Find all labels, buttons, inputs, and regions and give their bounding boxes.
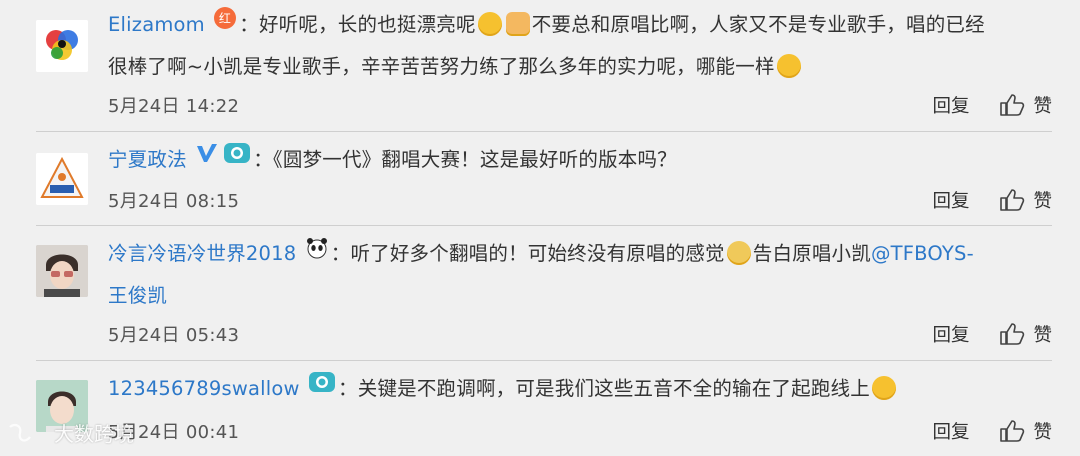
like-thumb-icon[interactable]: [999, 93, 1025, 117]
username[interactable]: 123456789swallow: [108, 377, 300, 400]
comment-text: 好听呢，长的也挺漂亮呢: [258, 13, 476, 36]
timestamp: 5月24日 08:15: [108, 191, 240, 212]
member-badge-icon[interactable]: 红: [213, 3, 237, 44]
separator: ：: [330, 242, 351, 265]
username[interactable]: 冷言冷语冷世界2018: [108, 242, 296, 265]
like-button[interactable]: 赞: [1033, 187, 1052, 213]
like-button[interactable]: 赞: [1033, 92, 1052, 118]
verified-v-icon[interactable]: [195, 138, 219, 179]
comment-text: 《圆梦一代》翻唱大赛！这是最好听的版本吗？: [272, 148, 677, 171]
comment-text: 告白原唱小凯: [752, 242, 871, 265]
reply-button[interactable]: 回复: [932, 418, 969, 444]
badge-text: 红: [219, 11, 231, 26]
reply-button[interactable]: 回复: [932, 92, 969, 118]
laugh-cry-emoji-icon: [871, 375, 896, 400]
like-thumb-icon[interactable]: [999, 322, 1025, 346]
mention-link[interactable]: 王俊凯: [108, 284, 167, 307]
comment-text: 关键是不跑调啊，可是我们这些五音不全的输在了起跑线上: [357, 377, 870, 400]
separator: ：: [253, 148, 273, 171]
avatar[interactable]: [36, 153, 88, 205]
shy-emoji-icon: [776, 53, 801, 78]
watermark-logo-icon: [9, 423, 31, 442]
reply-button[interactable]: 回复: [932, 321, 969, 347]
avatar[interactable]: [36, 245, 88, 297]
divider: [36, 225, 1052, 226]
timestamp: 5月24日 14:22: [108, 96, 240, 117]
camera-icon[interactable]: [308, 367, 336, 408]
grin-emoji-icon: [477, 11, 502, 36]
username[interactable]: 宁夏政法: [108, 148, 187, 171]
doge-emoji-icon: [726, 240, 751, 265]
like-thumb-icon[interactable]: [999, 419, 1025, 443]
divider: [36, 131, 1052, 132]
like-button[interactable]: 赞: [1033, 321, 1052, 347]
comment-text: 不要总和原唱比啊，人家又不是专业歌手，唱的已经: [531, 13, 985, 36]
timestamp: 5月24日 05:43: [108, 325, 240, 346]
separator: ：: [338, 377, 358, 400]
reply-button[interactable]: 回复: [932, 187, 969, 213]
watermark-text: 大数跨境: [54, 422, 134, 446]
mention-link[interactable]: @TFBOYS-: [871, 242, 974, 265]
comment-text: 听了好多个翻唱的！可始终没有原唱的感觉: [350, 242, 725, 265]
comment-text: 很棒了啊~小凯是专业歌手，辛辛苦苦努力练了那么多年的实力呢，哪能一样: [108, 55, 775, 78]
camera-icon[interactable]: [223, 138, 251, 179]
watermark: 大数跨境: [6, 418, 134, 447]
like-button[interactable]: 赞: [1033, 418, 1052, 444]
thumbs-up-emoji-icon: [505, 11, 530, 36]
avatar[interactable]: [36, 20, 88, 72]
separator: ：: [239, 13, 259, 36]
divider: [36, 360, 1052, 361]
panda-icon[interactable]: [305, 232, 329, 273]
like-thumb-icon[interactable]: [999, 188, 1025, 212]
username[interactable]: Elizamom: [108, 13, 205, 36]
